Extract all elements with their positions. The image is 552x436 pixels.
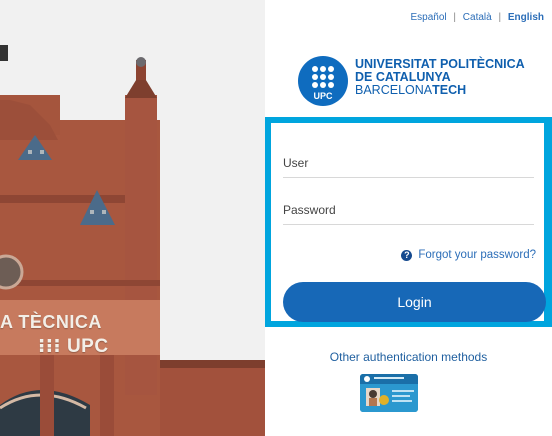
building-illustration bbox=[0, 0, 265, 436]
login-form: User Password ? Forgot your password? Lo… bbox=[265, 117, 552, 327]
language-link-es[interactable]: Español bbox=[410, 12, 446, 23]
background-photo: A TÈCNICA ⁝⁝⁝ UPC bbox=[0, 0, 265, 436]
question-icon: ? bbox=[401, 249, 413, 261]
language-link-en[interactable]: English bbox=[508, 12, 544, 23]
user-field[interactable]: User bbox=[283, 156, 308, 170]
logo-badge-text: UPC bbox=[313, 91, 333, 101]
password-field-underline bbox=[283, 224, 534, 225]
other-methods-link[interactable]: Other authentication methods bbox=[265, 350, 552, 364]
university-name-line3: BARCELONATECH bbox=[355, 83, 467, 97]
forgot-password-label: Forgot your password? bbox=[418, 249, 536, 261]
language-selector: Español | Català | English bbox=[408, 12, 546, 23]
university-name: UNIVERSITAT POLITÈCNICA DE CATALUNYA BAR… bbox=[355, 58, 525, 97]
facade-lettering: A TÈCNICA ⁝⁝⁝ UPC bbox=[0, 312, 109, 358]
user-field-underline bbox=[283, 177, 534, 178]
id-card-auth-button[interactable] bbox=[360, 374, 418, 412]
id-card-icon bbox=[360, 374, 418, 412]
language-link-ca[interactable]: Català bbox=[463, 12, 492, 23]
language-separator: | bbox=[498, 12, 502, 23]
facade-line2: ⁝⁝⁝ UPC bbox=[38, 336, 109, 357]
upc-logo-icon: UPC bbox=[298, 56, 348, 106]
login-panel: Español | Català | English UPC UNIVERSIT… bbox=[265, 0, 552, 436]
password-field[interactable]: Password bbox=[283, 203, 336, 217]
forgot-password-link[interactable]: ? Forgot your password? bbox=[401, 249, 536, 261]
login-button[interactable]: Login bbox=[283, 282, 546, 322]
language-separator: | bbox=[453, 12, 457, 23]
facade-line1: A TÈCNICA bbox=[0, 312, 102, 332]
